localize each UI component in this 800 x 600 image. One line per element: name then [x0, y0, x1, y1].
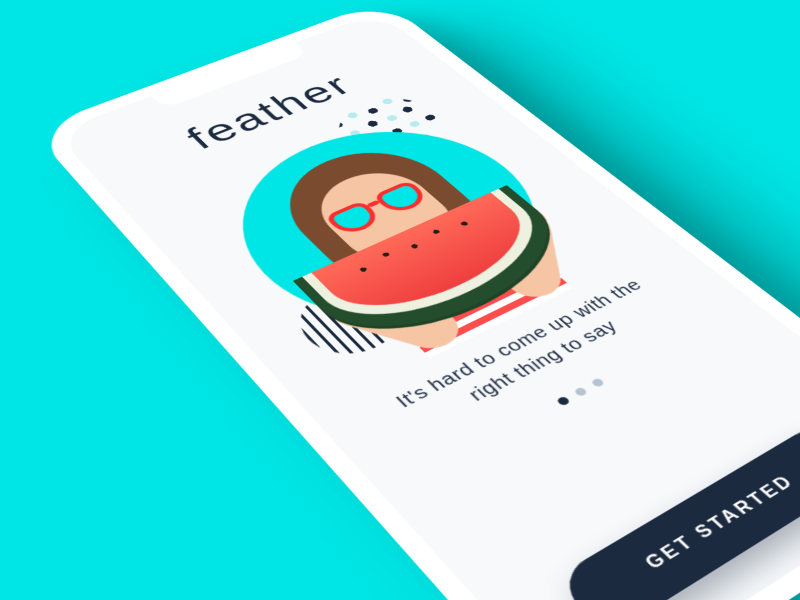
mockup-stage: feather	[0, 0, 800, 600]
phone-frame: feather	[31, 0, 800, 600]
onboarding-screen: feather	[54, 12, 800, 600]
page-dot-3[interactable]	[590, 378, 605, 388]
page-dot-2[interactable]	[573, 387, 588, 398]
get-started-button[interactable]: GET STARTED	[552, 419, 800, 600]
page-dot-1[interactable]	[555, 396, 570, 407]
phone-screen: feather	[54, 12, 800, 600]
page-indicator[interactable]	[555, 378, 605, 407]
